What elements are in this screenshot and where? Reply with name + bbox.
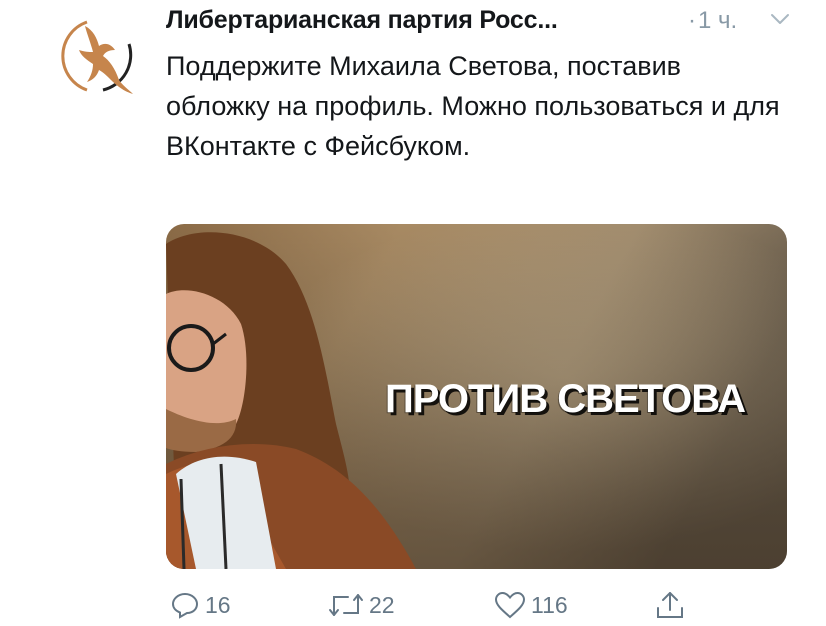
tweet-header: Либертарианская партия Росс... · 1 ч. xyxy=(166,6,806,38)
like-count: 116 xyxy=(531,591,568,618)
header-separator: · xyxy=(688,7,696,34)
share-icon xyxy=(657,592,683,618)
eagle-logo-icon xyxy=(61,20,133,94)
retweet-count: 22 xyxy=(369,591,395,618)
like-button[interactable]: 116 xyxy=(494,590,568,620)
media-overlay-title: ПРОТИВ СВЕТОВА xyxy=(385,377,746,421)
retweet-button[interactable]: 22 xyxy=(328,590,395,620)
reply-button[interactable]: 16 xyxy=(170,590,231,620)
reply-icon xyxy=(171,592,199,619)
heart-icon xyxy=(494,591,526,619)
retweet-icon xyxy=(329,594,363,616)
author-name[interactable]: Либертарианская партия Росс... xyxy=(166,6,558,35)
tweet-time[interactable]: 1 ч. xyxy=(698,7,737,35)
avatar[interactable] xyxy=(57,16,137,96)
tweet-text: Поддержите Михаила Светова, поставив обл… xyxy=(166,51,780,161)
reply-count: 16 xyxy=(205,591,231,618)
share-button[interactable] xyxy=(655,590,685,620)
chevron-down-icon[interactable] xyxy=(770,12,790,26)
